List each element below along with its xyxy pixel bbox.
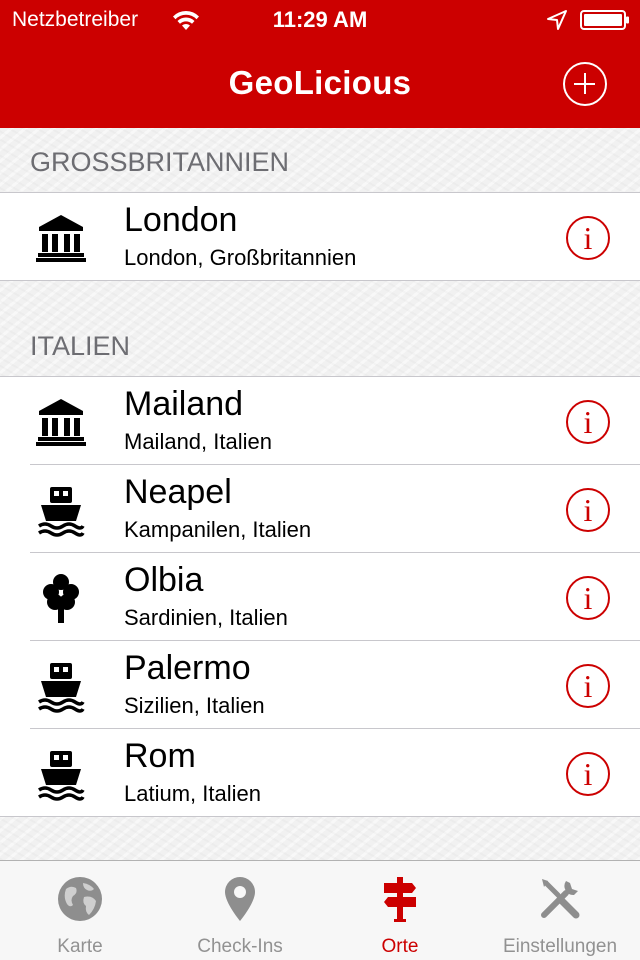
tab-label: Orte — [381, 936, 419, 957]
navigation-header: Netzbetreiber 11:29 AM GeoLicious — [0, 0, 640, 128]
museum-icon — [36, 399, 86, 446]
list-item-palermo[interactable]: Palermo Sizilien, Italien i — [0, 641, 640, 729]
museum-icon — [36, 215, 86, 262]
tab-bar: Karte Check-Ins Orte Einstellungen — [0, 860, 640, 960]
place-title: Mailand — [124, 385, 244, 423]
tab-einstellungen[interactable]: Einstellungen — [480, 861, 640, 960]
place-subtitle: Latium, Italien — [124, 781, 261, 806]
tab-label: Einstellungen — [502, 936, 618, 957]
list-item-london[interactable]: London London, Großbritannien i — [0, 193, 640, 281]
tools-icon — [541, 879, 580, 919]
divider — [0, 816, 640, 817]
tab-check-ins[interactable]: Check-Ins — [160, 861, 320, 960]
place-title: Olbia — [124, 561, 204, 599]
place-title: Palermo — [124, 649, 251, 687]
ship-icon — [38, 487, 85, 537]
ship-icon — [38, 751, 85, 801]
place-title: London — [124, 201, 238, 239]
place-title: Neapel — [124, 473, 232, 511]
signpost-icon — [384, 877, 416, 922]
place-subtitle: Sardinien, Italien — [124, 605, 288, 630]
globe-icon — [58, 877, 102, 921]
battery-icon — [580, 10, 629, 30]
place-subtitle: London, Großbritannien — [124, 245, 357, 270]
tab-orte[interactable]: Orte — [320, 861, 480, 960]
info-button[interactable]: i — [566, 664, 610, 708]
place-title: Rom — [124, 737, 196, 775]
places-list[interactable]: GROSSBRITANNIEN London London, Großbrita… — [0, 128, 640, 860]
ship-icon — [38, 663, 85, 713]
section-header-italien: ITALIEN — [30, 331, 131, 361]
info-button[interactable]: i — [566, 752, 610, 796]
info-button[interactable]: i — [566, 488, 610, 532]
map-pin-icon — [225, 877, 255, 921]
place-subtitle: Sizilien, Italien — [124, 693, 265, 718]
location-arrow-icon — [547, 10, 567, 30]
info-button[interactable]: i — [566, 216, 610, 260]
tab-label: Karte — [57, 936, 103, 957]
list-item-olbia[interactable]: Olbia Sardinien, Italien i — [0, 553, 640, 641]
status-bar: Netzbetreiber 11:29 AM — [0, 0, 640, 40]
list-item-neapel[interactable]: Neapel Kampanilen, Italien i — [0, 465, 640, 553]
place-subtitle: Kampanilen, Italien — [124, 517, 312, 542]
info-button[interactable]: i — [566, 576, 610, 620]
info-button[interactable]: i — [566, 400, 610, 444]
status-time: 11:29 AM — [272, 7, 368, 32]
place-subtitle: Mailand, Italien — [124, 429, 272, 454]
tab-karte[interactable]: Karte — [0, 861, 160, 960]
app-title: GeoLicious — [228, 64, 412, 101]
divider — [0, 280, 640, 281]
section-header-grossbritannien: GROSSBRITANNIEN — [30, 147, 290, 177]
tab-label: Check-Ins — [197, 936, 283, 957]
tree-icon — [43, 574, 79, 623]
list-item-rom[interactable]: Rom Latium, Italien i — [0, 729, 640, 817]
add-place-button[interactable] — [563, 62, 607, 106]
list-item-mailand[interactable]: Mailand Mailand, Italien i — [0, 377, 640, 465]
